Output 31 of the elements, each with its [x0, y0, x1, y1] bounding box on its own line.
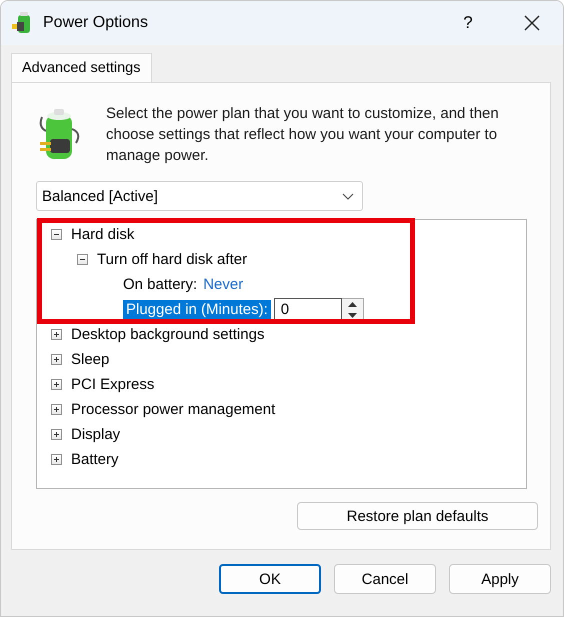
collapse-icon[interactable] [77, 254, 88, 265]
setting-label[interactable]: Plugged in (Minutes): [123, 300, 271, 319]
plan-dropdown[interactable]: Balanced [Active] [36, 181, 363, 211]
expand-icon[interactable] [51, 329, 62, 340]
window-title: Power Options [43, 14, 149, 32]
tree-item[interactable]: Turn off hard disk after [97, 251, 248, 268]
description-text: Select the power plan that you want to customize, and then choose settings that reflect how you want your computer to manage power. [106, 104, 500, 166]
tree-item[interactable]: Display [71, 426, 120, 443]
expand-icon[interactable] [51, 354, 62, 365]
expand-icon[interactable] [51, 429, 62, 440]
minutes-field[interactable]: 0 [274, 298, 342, 322]
tree-item[interactable]: Processor power management [71, 401, 276, 418]
help-button[interactable]: ? [445, 13, 491, 33]
tab[interactable]: Advanced settings [11, 53, 152, 82]
tree-item[interactable]: Hard disk [71, 226, 134, 243]
tree-item[interactable]: Battery [71, 451, 119, 468]
dialog-button[interactable]: Cancel [334, 564, 436, 594]
setting-value-link[interactable]: Never [203, 276, 244, 293]
tree-item[interactable]: Sleep [71, 351, 110, 368]
tree-item[interactable]: PCI Express [71, 376, 154, 393]
expand-icon[interactable] [51, 404, 62, 415]
close-icon [524, 15, 540, 31]
expand-icon[interactable] [51, 454, 62, 465]
tree-item[interactable]: Desktop background settings [71, 326, 264, 343]
setting-label[interactable]: On battery: [123, 275, 198, 294]
restore-defaults-button[interactable]: Restore plan defaults [297, 502, 538, 530]
chevron-icon [342, 192, 354, 200]
dialog-button[interactable]: OK [219, 564, 321, 594]
expand-icon[interactable] [51, 379, 62, 390]
dialog-button[interactable]: Apply [449, 564, 551, 594]
collapse-icon[interactable] [51, 229, 62, 240]
